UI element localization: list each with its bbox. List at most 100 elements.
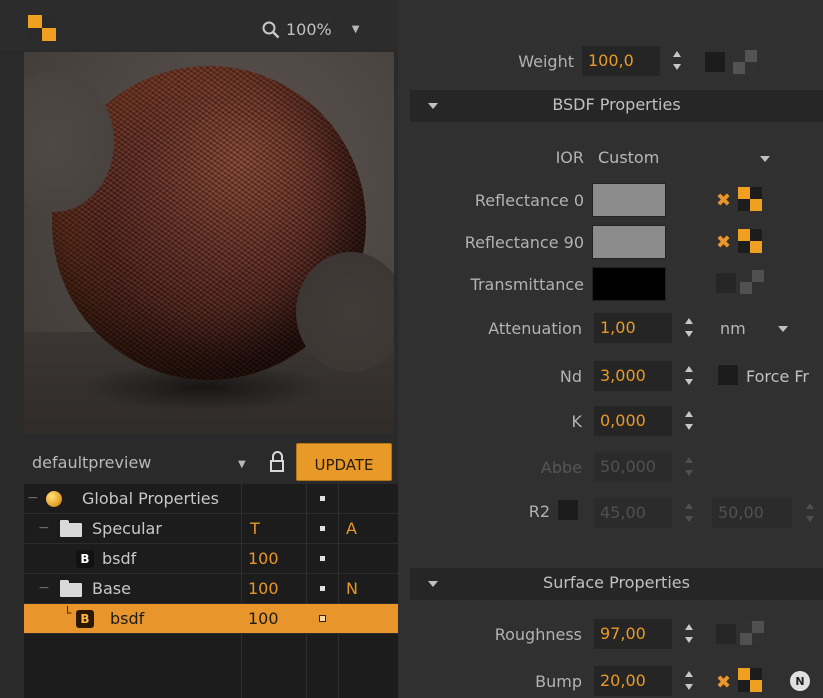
preview-panel: 100% ▼ defaultpreview ▼ UPDATE − Global … [0, 0, 398, 698]
attenuation-spinner-icon[interactable] [683, 313, 695, 343]
tree-flag: A [346, 519, 357, 538]
abbe-spinner-icon[interactable] [683, 452, 695, 482]
tree-value[interactable]: T [250, 519, 260, 538]
bsdf-badge-icon: B [76, 610, 94, 628]
force-fresnel-checkbox[interactable] [718, 365, 738, 385]
r2-checkbox[interactable] [558, 500, 578, 520]
bsdf-properties-header[interactable]: BSDF Properties [410, 90, 823, 122]
attenuation-unit-select[interactable]: nm [720, 319, 746, 338]
preview-toolbar: 100% ▼ [0, 0, 398, 50]
weight-input[interactable]: 100,0 [582, 46, 660, 76]
section-title: Surface Properties [543, 573, 690, 592]
weight-label: Weight [518, 52, 574, 71]
r2-input-2[interactable]: 50,00 [712, 498, 792, 528]
reflectance90-label: Reflectance 90 [464, 233, 584, 252]
ior-label: IOR [555, 148, 584, 167]
collapse-icon[interactable]: − [38, 520, 50, 536]
k-input[interactable]: 0,000 [594, 406, 672, 436]
tree-row-global[interactable]: − Global Properties [24, 484, 398, 514]
clear-texture-x-icon[interactable]: ✖ [716, 673, 736, 693]
zoom-control[interactable]: 100% ▼ [262, 20, 359, 39]
r2-label: R2 [528, 502, 550, 521]
unit-dropdown-arrow-icon[interactable] [778, 326, 788, 332]
transmittance-color-swatch[interactable] [592, 267, 666, 301]
texture-map-icon[interactable] [733, 50, 757, 74]
reflectance0-color-swatch[interactable] [592, 183, 666, 217]
texture-map-icon[interactable] [738, 668, 762, 692]
ior-dropdown-arrow-icon[interactable] [760, 156, 770, 162]
material-logo-icon[interactable] [28, 15, 56, 41]
nd-input[interactable]: 3,000 [594, 361, 672, 391]
surface-properties-header[interactable]: Surface Properties [410, 568, 823, 600]
reflectance0-label: Reflectance 0 [474, 191, 584, 210]
folder-icon [60, 580, 82, 597]
lock-icon[interactable] [268, 451, 288, 475]
tree-label: bsdf [102, 549, 137, 568]
zoom-value: 100% [286, 20, 332, 39]
abbe-input[interactable]: 50,000 [594, 452, 672, 482]
clear-texture-x-icon[interactable]: ✖ [716, 191, 736, 211]
bump-input[interactable]: 20,00 [594, 666, 672, 696]
bump-label: Bump [535, 672, 582, 691]
collapse-icon[interactable]: − [27, 490, 39, 506]
roughness-toggle[interactable] [716, 624, 736, 644]
material-preview-viewport[interactable] [24, 52, 394, 434]
roughness-input[interactable]: 97,00 [594, 619, 672, 649]
tree-value[interactable]: 100 [248, 579, 279, 598]
magnifier-icon [262, 21, 280, 38]
material-editor: 100% ▼ defaultpreview ▼ UPDATE − Global … [0, 0, 823, 698]
r2-input-1[interactable]: 45,00 [594, 498, 672, 528]
collapse-icon[interactable]: − [38, 580, 50, 596]
ior-select[interactable]: Custom [598, 148, 659, 167]
preview-scene-bar: defaultpreview ▼ UPDATE [24, 441, 396, 483]
tree-value[interactable]: 100 [248, 549, 279, 568]
zoom-dropdown-arrow-icon[interactable]: ▼ [352, 24, 360, 35]
tree-label: Global Properties [82, 489, 219, 508]
roughness-spinner-icon[interactable] [683, 619, 695, 649]
bump-spinner-icon[interactable] [683, 666, 695, 696]
folder-icon [60, 520, 82, 537]
nd-label: Nd [559, 367, 582, 386]
k-spinner-icon[interactable] [683, 406, 695, 436]
layer-tree: − Global Properties − Specular T A B bsd… [24, 484, 398, 698]
roughness-label: Roughness [494, 625, 582, 644]
texture-map-icon[interactable] [738, 229, 762, 253]
r2-spinner-1-icon[interactable] [683, 498, 695, 528]
tree-label: Specular [92, 519, 162, 538]
reflectance90-color-swatch[interactable] [592, 225, 666, 259]
normal-map-n-icon[interactable]: N [790, 671, 810, 691]
preview-scene-select[interactable]: defaultpreview [32, 453, 151, 472]
tree-row-specular[interactable]: − Specular T A [24, 514, 398, 544]
transmittance-label: Transmittance [470, 275, 584, 294]
visibility-dot-icon[interactable] [320, 526, 325, 531]
attenuation-input[interactable]: 1,00 [594, 313, 672, 343]
visibility-dot-icon[interactable] [320, 556, 325, 561]
tree-row-specular-bsdf[interactable]: B bsdf 100 [24, 544, 398, 574]
visibility-dot-icon[interactable] [319, 615, 326, 622]
tree-row-base-bsdf-selected[interactable]: └ B bsdf 100 [24, 604, 398, 634]
section-title: BSDF Properties [552, 95, 681, 114]
scene-dropdown-arrow-icon[interactable]: ▼ [238, 459, 246, 470]
tree-flag: N [346, 579, 358, 598]
global-sphere-icon [46, 491, 62, 507]
k-label: K [571, 412, 583, 431]
tree-label: Base [92, 579, 131, 598]
tree-label: bsdf [110, 609, 145, 628]
bsdf-badge-icon: B [76, 550, 94, 568]
tree-row-base[interactable]: − Base 100 N [24, 574, 398, 604]
tree-branch-icon: └ [64, 606, 72, 620]
texture-map-icon[interactable] [738, 187, 762, 211]
update-button[interactable]: UPDATE [296, 443, 392, 481]
transmittance-toggle[interactable] [716, 273, 736, 293]
weight-spinner-icon[interactable] [671, 46, 683, 76]
visibility-dot-icon[interactable] [320, 496, 325, 501]
visibility-dot-icon[interactable] [320, 586, 325, 591]
r2-spinner-2-icon[interactable] [804, 498, 816, 528]
texture-map-icon[interactable] [740, 621, 764, 645]
clear-texture-x-icon[interactable]: ✖ [716, 233, 736, 253]
tree-value[interactable]: 100 [248, 609, 279, 628]
abbe-label: Abbe [540, 458, 582, 477]
weight-toggle[interactable] [705, 52, 725, 72]
nd-spinner-icon[interactable] [683, 361, 695, 391]
texture-map-icon[interactable] [740, 270, 764, 294]
